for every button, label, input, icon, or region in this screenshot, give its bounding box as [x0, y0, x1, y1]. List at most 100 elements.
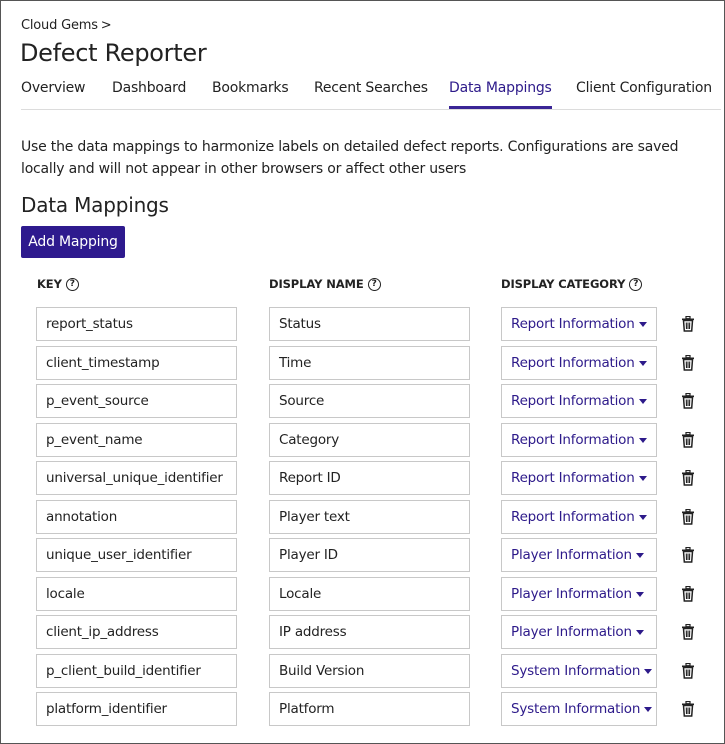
display-name-input[interactable]: Source	[269, 384, 470, 418]
caret-down-icon	[638, 398, 647, 404]
display-category-value: Report Information	[511, 393, 635, 409]
display-name-input[interactable]: Status	[269, 307, 470, 341]
mapping-row: client_timestamp Time Report Information	[1, 346, 725, 380]
caret-down-icon	[644, 706, 653, 712]
trash-icon[interactable]	[681, 547, 695, 563]
caret-down-icon	[638, 437, 647, 443]
column-header-key-label: KEY	[37, 277, 62, 291]
breadcrumb-cloud-gems[interactable]: Cloud Gems	[21, 18, 98, 33]
display-category-value: Report Information	[511, 432, 635, 448]
display-category-value: Player Information	[511, 586, 632, 602]
display-category-value: System Information	[511, 663, 641, 679]
key-input[interactable]: p_event_source	[36, 384, 237, 418]
help-icon[interactable]: ?	[367, 277, 381, 291]
page-description: Use the data mappings to harmonize label…	[21, 139, 679, 177]
key-input[interactable]: report_status	[36, 307, 237, 341]
caret-down-icon	[638, 321, 647, 327]
trash-icon[interactable]	[681, 355, 695, 371]
display-category-dropdown[interactable]: Report Information	[501, 346, 657, 380]
caret-down-icon	[635, 629, 644, 635]
display-name-input[interactable]: Time	[269, 346, 470, 380]
display-name-input[interactable]: Report ID	[269, 461, 470, 495]
display-category-value: Report Information	[511, 470, 635, 486]
help-icon[interactable]: ?	[65, 277, 79, 291]
display-category-dropdown[interactable]: System Information	[501, 654, 657, 688]
trash-icon[interactable]	[681, 509, 695, 525]
display-category-dropdown[interactable]: Player Information	[501, 615, 657, 649]
display-category-dropdown[interactable]: Report Information	[501, 500, 657, 534]
mapping-row: universal_unique_identifier Report ID Repo…	[1, 461, 725, 495]
display-category-dropdown[interactable]: System Information	[501, 692, 657, 726]
display-name-input[interactable]: Category	[269, 423, 470, 457]
tab-client-configuration[interactable]: Client Configuration	[576, 80, 712, 109]
tab-bookmarks[interactable]: Bookmarks	[212, 80, 289, 109]
page-title: Defect Reporter	[20, 39, 207, 67]
display-category-dropdown[interactable]: Player Information	[501, 538, 657, 572]
section-title: Data Mappings	[21, 193, 169, 217]
key-input[interactable]: universal_unique_identifier	[36, 461, 237, 495]
caret-down-icon	[635, 591, 644, 597]
mapping-row: p_client_build_identifier Build Version Sy…	[1, 654, 725, 688]
column-header-display-name-label: DISPLAY NAME	[269, 277, 364, 291]
caret-down-icon	[638, 360, 647, 366]
mapping-row: annotation Player text Report Information	[1, 500, 725, 534]
display-name-input[interactable]: Platform	[269, 692, 470, 726]
mapping-row: client_ip_address IP address Player Inform…	[1, 615, 725, 649]
breadcrumb-separator: >	[100, 18, 112, 33]
display-category-dropdown[interactable]: Report Information	[501, 307, 657, 341]
key-input[interactable]: p_event_name	[36, 423, 237, 457]
display-category-dropdown[interactable]: Report Information	[501, 461, 657, 495]
mapping-row: report_status Status Report Information	[1, 307, 725, 341]
caret-down-icon	[638, 475, 647, 481]
display-category-value: Player Information	[511, 547, 632, 563]
trash-icon[interactable]	[681, 470, 695, 486]
app-frame: Cloud Gems > Defect Reporter Overview Das…	[0, 0, 725, 744]
mapping-row: locale Locale Player Information	[1, 577, 725, 611]
display-name-input[interactable]: Player text	[269, 500, 470, 534]
mapping-row: p_event_source Source Report Information	[1, 384, 725, 418]
help-icon[interactable]: ?	[629, 277, 643, 291]
trash-icon[interactable]	[681, 316, 695, 332]
key-input[interactable]: client_ip_address	[36, 615, 237, 649]
display-category-value: System Information	[511, 701, 641, 717]
tab-recent-searches[interactable]: Recent Searches	[314, 80, 428, 109]
tab-dashboard[interactable]: Dashboard	[112, 80, 186, 109]
trash-icon[interactable]	[681, 624, 695, 640]
display-name-input[interactable]: Build Version	[269, 654, 470, 688]
key-input[interactable]: platform_identifier	[36, 692, 237, 726]
display-name-input[interactable]: Locale	[269, 577, 470, 611]
display-category-dropdown[interactable]: Player Information	[501, 577, 657, 611]
display-category-value: Player Information	[511, 624, 632, 640]
tab-bar: Overview Dashboard Bookmarks Recent Sear…	[21, 80, 721, 110]
column-header-key: KEY ?	[37, 277, 79, 291]
trash-icon[interactable]	[681, 701, 695, 717]
mapping-row: p_event_name Category Report Information	[1, 423, 725, 457]
caret-down-icon	[644, 668, 653, 674]
trash-icon[interactable]	[681, 393, 695, 409]
display-category-value: Report Information	[511, 509, 635, 525]
trash-icon[interactable]	[681, 432, 695, 448]
breadcrumb[interactable]: Cloud Gems >	[21, 18, 112, 33]
caret-down-icon	[638, 514, 647, 520]
display-name-input[interactable]: Player ID	[269, 538, 470, 572]
trash-icon[interactable]	[681, 663, 695, 679]
column-header-display-category-label: DISPLAY CATEGORY	[501, 277, 626, 291]
key-input[interactable]: client_timestamp	[36, 346, 237, 380]
key-input[interactable]: locale	[36, 577, 237, 611]
display-category-dropdown[interactable]: Report Information	[501, 423, 657, 457]
tab-overview[interactable]: Overview	[21, 80, 86, 109]
column-header-display-category: DISPLAY CATEGORY ?	[501, 277, 643, 291]
display-name-input[interactable]: IP address	[269, 615, 470, 649]
display-category-dropdown[interactable]: Report Information	[501, 384, 657, 418]
tab-data-mappings[interactable]: Data Mappings	[449, 80, 552, 109]
mapping-row: unique_user_identifier Player ID Player In…	[1, 538, 725, 572]
key-input[interactable]: unique_user_identifier	[36, 538, 237, 572]
add-mapping-button[interactable]: Add Mapping	[21, 226, 125, 258]
display-category-value: Report Information	[511, 355, 635, 371]
key-input[interactable]: p_client_build_identifier	[36, 654, 237, 688]
display-category-value: Report Information	[511, 316, 635, 332]
key-input[interactable]: annotation	[36, 500, 237, 534]
caret-down-icon	[635, 552, 644, 558]
trash-icon[interactable]	[681, 586, 695, 602]
column-header-display-name: DISPLAY NAME ?	[269, 277, 381, 291]
